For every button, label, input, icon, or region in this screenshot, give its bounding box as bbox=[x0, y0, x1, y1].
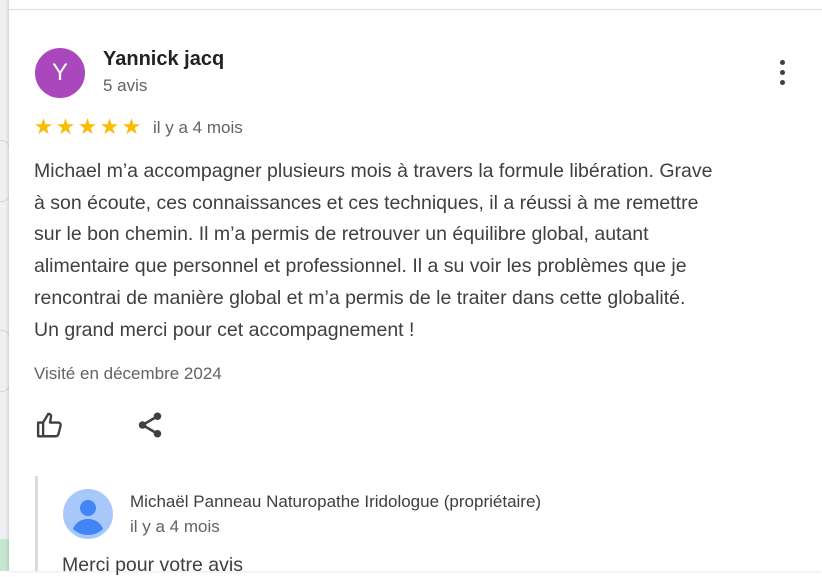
review-panel: Y Yannick jacq 5 avis ★ ★ ★ ★ ★ il y a 4… bbox=[9, 0, 822, 576]
divider bbox=[9, 9, 822, 10]
star-icon: ★ bbox=[99, 114, 120, 139]
review-text-line: sur le bon chemin. Il m’a permis de retr… bbox=[34, 223, 649, 246]
thumb-up-icon bbox=[36, 412, 62, 438]
more-options-button[interactable] bbox=[772, 57, 792, 89]
map-road bbox=[0, 330, 9, 392]
visit-date: Visité en décembre 2024 bbox=[34, 364, 222, 383]
star-icon: ★ bbox=[77, 114, 98, 139]
star-rating: ★ ★ ★ ★ ★ bbox=[33, 116, 142, 138]
review-text-line: Michael m’a accompagner plusieurs mois à… bbox=[34, 160, 713, 182]
star-icon: ★ bbox=[33, 114, 54, 139]
person-icon bbox=[63, 489, 113, 539]
map-park bbox=[0, 539, 9, 571]
like-button[interactable] bbox=[35, 410, 65, 440]
map-background-strip bbox=[0, 0, 9, 571]
star-icon: ★ bbox=[55, 114, 76, 139]
review-text-line: Un grand merci pour cet accompagnement ! bbox=[34, 318, 415, 341]
author-review-count: 5 avis bbox=[103, 76, 148, 95]
star-icon: ★ bbox=[121, 114, 142, 139]
owner-reply: Michaël Panneau Naturopathe Iridologue (… bbox=[35, 476, 818, 576]
review-text-line: alimentaire que personnel et professionn… bbox=[34, 255, 687, 278]
review-time: il y a 4 mois bbox=[153, 118, 243, 137]
owner-reply-time: il y a 4 mois bbox=[130, 517, 220, 536]
owner-reply-text: Merci pour votre avis bbox=[62, 554, 243, 576]
share-icon bbox=[138, 412, 162, 438]
review-text-line: à son écoute, ces connaissances et ces t… bbox=[34, 191, 699, 214]
more-vert-icon bbox=[772, 60, 792, 85]
author-name[interactable]: Yannick jacq bbox=[103, 48, 224, 71]
author-avatar[interactable]: Y bbox=[35, 48, 85, 98]
owner-name: Michaël Panneau Naturopathe Iridologue (… bbox=[130, 492, 542, 511]
map-road bbox=[0, 140, 9, 202]
review-text-line: rencontrai de manière global et m’a perm… bbox=[34, 286, 686, 309]
review-text: Michael m’a accompagner plusieurs mois à… bbox=[34, 156, 814, 346]
share-button[interactable] bbox=[135, 410, 165, 440]
owner-avatar[interactable] bbox=[63, 489, 113, 539]
